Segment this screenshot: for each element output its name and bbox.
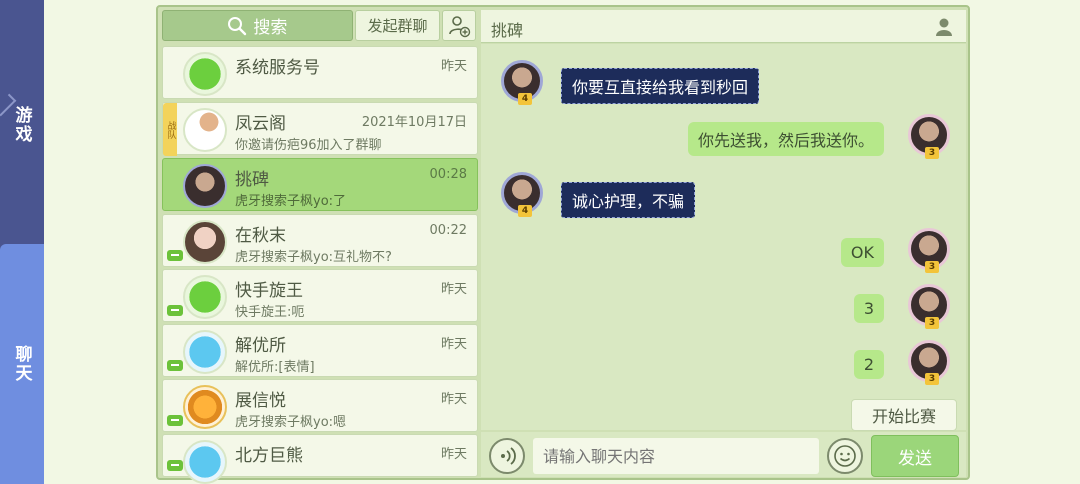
voice-icon	[501, 447, 516, 465]
message-bubble-right: OK	[840, 238, 884, 267]
conversation-list-column: 搜索 发起群聊 系统服务号 昨天 战队 凤云阁 你邀请伤疤96加入了群聊 202…	[162, 10, 478, 484]
my-avatar[interactable]: 3	[908, 340, 950, 385]
search-label: 搜索	[253, 18, 288, 38]
conversation-item[interactable]: 在秋末 虎牙搜索子枫yo:互礼物不? 00:22	[162, 214, 478, 267]
search-icon	[228, 16, 247, 35]
list-toolbar: 搜索 发起群聊	[162, 10, 477, 43]
profile-icon[interactable]	[934, 17, 954, 37]
conversation-preview: 虎牙搜索子枫yo:互礼物不?	[235, 250, 392, 265]
conversation-time: 00:22	[429, 223, 467, 238]
message-bubble-right: 3	[853, 294, 884, 323]
message-list[interactable]: 4 你要互直接给我看到秒回 你先送我，然后我送你。 3 4 诚心护理，不骗 OK…	[481, 44, 966, 431]
message-bubble-left: 你要互直接给我看到秒回	[561, 68, 760, 104]
conversation-preview: 快手旋王:呃	[235, 305, 305, 320]
level-badge: 3	[925, 317, 939, 329]
conversation-time: 昨天	[440, 447, 467, 462]
conversation-time: 昨天	[440, 282, 467, 297]
tab-game[interactable]: 游戏	[0, 70, 44, 180]
conversation-name: 展信悦	[235, 391, 286, 411]
online-status-icon	[167, 360, 183, 371]
chat-column: 挑碑 4 你要互直接给我看到秒回 你先送我，然后我送你。 3 4 诚心护理，不骗	[481, 10, 966, 477]
level-badge: 4	[518, 205, 532, 217]
level-badge: 4	[518, 93, 532, 105]
conversation-time: 00:28	[429, 167, 467, 182]
online-status-icon	[167, 305, 183, 316]
conversation-item[interactable]: 战队 凤云阁 你邀请伤疤96加入了群聊 2021年10月17日	[162, 102, 478, 156]
add-friend-icon	[449, 15, 471, 37]
conversation-preview: 你邀请伤疤96加入了群聊	[235, 138, 382, 153]
level-badge: 3	[925, 147, 939, 159]
group-avatar	[183, 108, 227, 152]
add-friend-button[interactable]	[442, 10, 477, 41]
conversation-preview: 虎牙搜索子枫yo:嗯	[235, 415, 347, 430]
sender-avatar[interactable]: 4	[501, 172, 543, 217]
avatar	[183, 220, 227, 264]
conversation-name: 快手旋王	[235, 281, 303, 301]
my-avatar[interactable]: 3	[908, 114, 950, 159]
conversation-name: 系统服务号	[235, 58, 320, 78]
conversation-item[interactable]: 北方巨熊 昨天	[162, 434, 478, 484]
conversation-item-selected[interactable]: 挑碑 虎牙搜索子枫yo:了 00:28	[162, 158, 478, 211]
conversation-item[interactable]: 展信悦 虎牙搜索子枫yo:嗯 昨天	[162, 379, 478, 432]
start-match-button[interactable]: 开始比赛	[851, 399, 957, 431]
conversation-preview: 解优所:[表情]	[235, 360, 315, 375]
conversation-time: 昨天	[440, 59, 467, 74]
conversation-name: 挑碑	[235, 170, 269, 190]
message-bubble-right: 2	[853, 350, 884, 379]
main-panel: 搜索 发起群聊 系统服务号 昨天 战队 凤云阁 你邀请伤疤96加入了群聊 202…	[156, 5, 970, 484]
message-bubble-left: 诚心护理，不骗	[561, 182, 696, 218]
conversation-name: 在秋末	[235, 226, 286, 246]
avatar	[183, 164, 227, 208]
voice-button[interactable]	[489, 438, 525, 474]
emoji-icon	[834, 445, 856, 467]
side-nav-rail: 游戏 聊天	[0, 0, 44, 484]
conversation-time: 2021年10月17日	[361, 115, 467, 130]
avatar	[183, 385, 227, 429]
conversation-time: 昨天	[440, 337, 467, 352]
sender-avatar[interactable]: 4	[501, 60, 543, 105]
emoji-button[interactable]	[827, 438, 863, 474]
level-badge: 3	[925, 261, 939, 273]
conversation-name: 凤云阁	[235, 114, 286, 134]
message-input-bar: 发送	[481, 432, 966, 477]
send-button[interactable]: 发送	[871, 435, 959, 477]
conversation-time: 昨天	[440, 392, 467, 407]
start-group-chat-button[interactable]: 发起群聊	[354, 10, 441, 41]
chat-title: 挑碑	[491, 21, 524, 40]
online-status-icon	[167, 460, 183, 471]
conversation-item[interactable]: 快手旋王 快手旋王:呃 昨天	[162, 269, 478, 322]
tab-chat[interactable]: 聊天	[0, 244, 44, 484]
avatar	[183, 440, 227, 484]
conversation-name: 解优所	[235, 336, 286, 356]
message-bubble-right: 你先送我，然后我送你。	[687, 122, 884, 156]
conversation-item[interactable]: 解优所 解优所:[表情] 昨天	[162, 324, 478, 377]
avatar	[183, 52, 227, 96]
clan-badge: 战队	[163, 103, 177, 156]
conversation-item[interactable]: 系统服务号 昨天	[162, 46, 478, 99]
conversation-preview: 虎牙搜索子枫yo:了	[235, 194, 347, 209]
avatar	[183, 275, 227, 319]
avatar	[183, 330, 227, 374]
online-status-icon	[167, 250, 183, 261]
conversation-name: 北方巨熊	[235, 446, 303, 466]
chat-header: 挑碑	[481, 10, 966, 43]
my-avatar[interactable]: 3	[908, 228, 950, 273]
level-badge: 3	[925, 373, 939, 385]
online-status-icon	[167, 415, 183, 426]
message-input[interactable]	[533, 438, 819, 474]
search-button[interactable]: 搜索	[162, 10, 353, 41]
my-avatar[interactable]: 3	[908, 284, 950, 329]
